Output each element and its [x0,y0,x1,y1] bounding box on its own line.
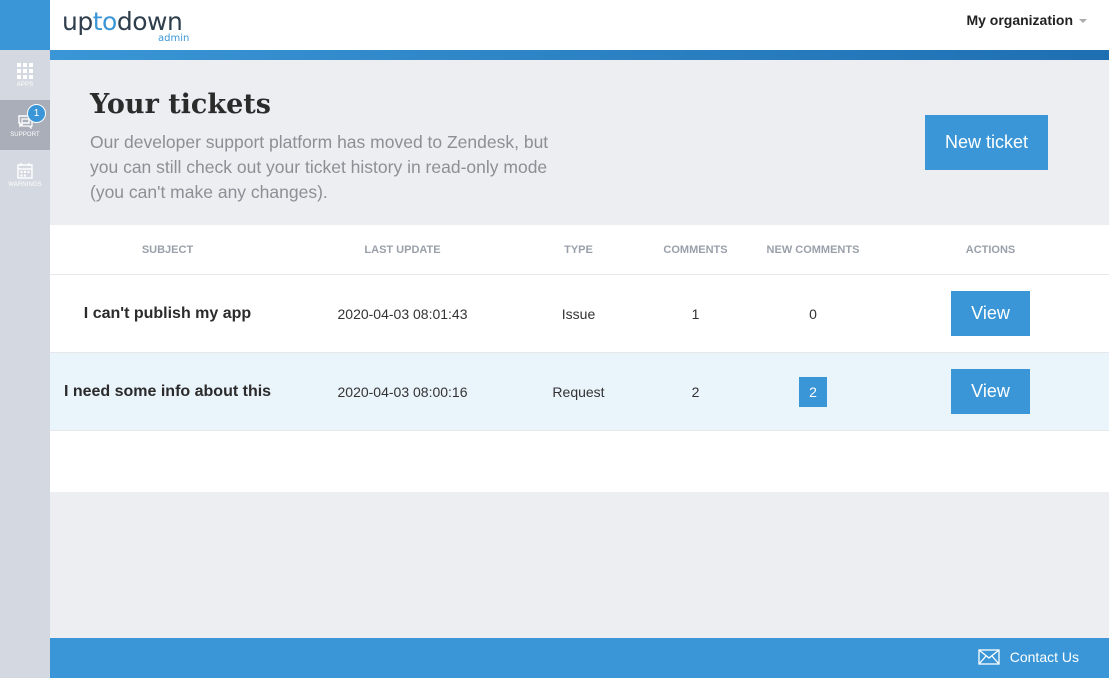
page-description: Our developer support platform has moved… [90,132,549,202]
contact-us-link[interactable]: Contact Us [978,649,1079,665]
col-type: TYPE [564,243,593,256]
ticket-type: Issue [561,305,596,322]
col-new-comments: NEW COMMENTS [766,243,860,256]
grid-icon [17,62,33,79]
support-badge: 1 [27,104,46,123]
contact-us-label: Contact Us [1009,649,1079,665]
organization-name: My organization [966,12,1073,28]
ticket-last-update: 2020-04-03 08:01:43 [337,305,468,322]
ticket-subject: I can't publish my app [83,304,252,322]
ticket-actions: View [872,275,1109,352]
sidebar-item-label: SUPPORT [10,131,40,138]
top-header: uptodown admin My organization [50,0,1109,50]
svg-text:uptodown: uptodown [62,7,182,36]
table-header: SUBJECT LAST UPDATE TYPE COMMENTS NEW CO… [50,225,1109,275]
chevron-down-icon [1079,19,1087,23]
sidebar-item-label: APPS [16,81,34,88]
sidebar-item-apps[interactable]: APPS [0,50,50,100]
col-actions: ACTIONS [965,243,1016,256]
ticket-last-update: 2020-04-03 08:00:16 [337,383,468,400]
footer: Contact Us [50,638,1109,678]
organization-dropdown[interactable]: My organization [966,12,1087,28]
new-ticket-button[interactable]: New ticket [925,115,1048,170]
col-comments: COMMENTS [663,243,728,256]
ticket-subject: I need some info about this [63,382,272,400]
new-comments-badge: 2 [799,376,827,407]
table-row: I need some info about this 2020-04-03 0… [50,353,1109,431]
sidebar-item-support[interactable]: SUPPORT 1 [0,100,50,150]
sidebar-top [0,0,50,50]
sidebar-item-warnings[interactable]: WARNINGS [0,150,50,200]
header-accent-bar [50,50,1109,60]
ticket-comments: 1 [691,305,700,322]
envelope-icon [978,649,1000,665]
view-ticket-button[interactable]: View [951,291,1030,336]
sidebar-item-label: WARNINGS [8,181,42,188]
page-title: Your tickets [90,89,271,120]
ticket-comments: 2 [691,383,700,400]
tickets-hero: Your tickets Our developer support platf… [50,60,1109,225]
ticket-new-comments: 0 [809,305,817,322]
logo-sub: admin [158,33,189,44]
sidebar: APPS SUPPORT 1 WARNINGS [0,0,50,678]
uptodown-logo[interactable]: uptodown admin [62,6,212,44]
col-last-update: LAST UPDATE [364,243,441,256]
table-row: I can't publish my app 2020-04-03 08:01:… [50,275,1109,353]
ticket-type: Request [552,383,605,400]
tickets-table: SUBJECT LAST UPDATE TYPE COMMENTS NEW CO… [50,225,1109,492]
ticket-actions: View [872,353,1109,430]
calendar-icon [17,162,33,179]
view-ticket-button[interactable]: View [951,369,1030,414]
col-subject: SUBJECT [141,243,194,256]
ticket-new-comments: 2 [754,353,872,430]
